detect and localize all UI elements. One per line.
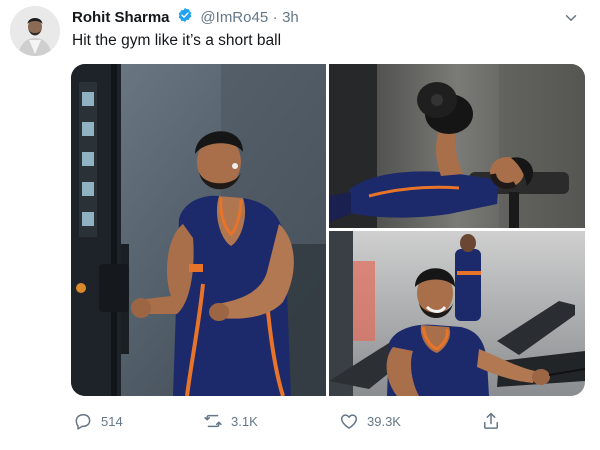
tweet-header: Rohit Sharma @ImRo45 · 3h — [72, 7, 580, 31]
share-button[interactable] — [481, 408, 501, 434]
retweet-button[interactable]: 3.1K — [203, 408, 258, 434]
photo-cable-workout[interactable] — [71, 64, 326, 396]
tweet-actions: 514 3.1K 39.3K — [71, 408, 531, 434]
share-icon — [481, 411, 501, 431]
heart-icon — [339, 411, 359, 431]
author-avatar[interactable] — [10, 6, 60, 56]
photo-bench-press[interactable] — [329, 64, 585, 228]
separator-dot: · — [272, 9, 278, 26]
like-button[interactable]: 39.3K — [339, 408, 401, 434]
author-name[interactable]: Rohit Sharma — [72, 9, 170, 26]
photo-cable-smile[interactable] — [329, 231, 585, 396]
retweet-count: 3.1K — [231, 413, 258, 429]
retweet-icon — [203, 411, 223, 431]
chevron-down-icon[interactable] — [562, 9, 580, 32]
like-count: 39.3K — [367, 413, 401, 429]
media-grid — [71, 64, 585, 396]
reply-button[interactable]: 514 — [73, 408, 123, 434]
tweet-text: Hit the gym like it’s a short ball — [72, 32, 282, 49]
author-handle[interactable]: @ImRo45 — [200, 9, 268, 26]
comment-icon — [73, 411, 93, 431]
verified-badge-icon — [177, 7, 193, 28]
reply-count: 514 — [101, 413, 123, 429]
tweet-time[interactable]: 3h — [282, 9, 299, 26]
